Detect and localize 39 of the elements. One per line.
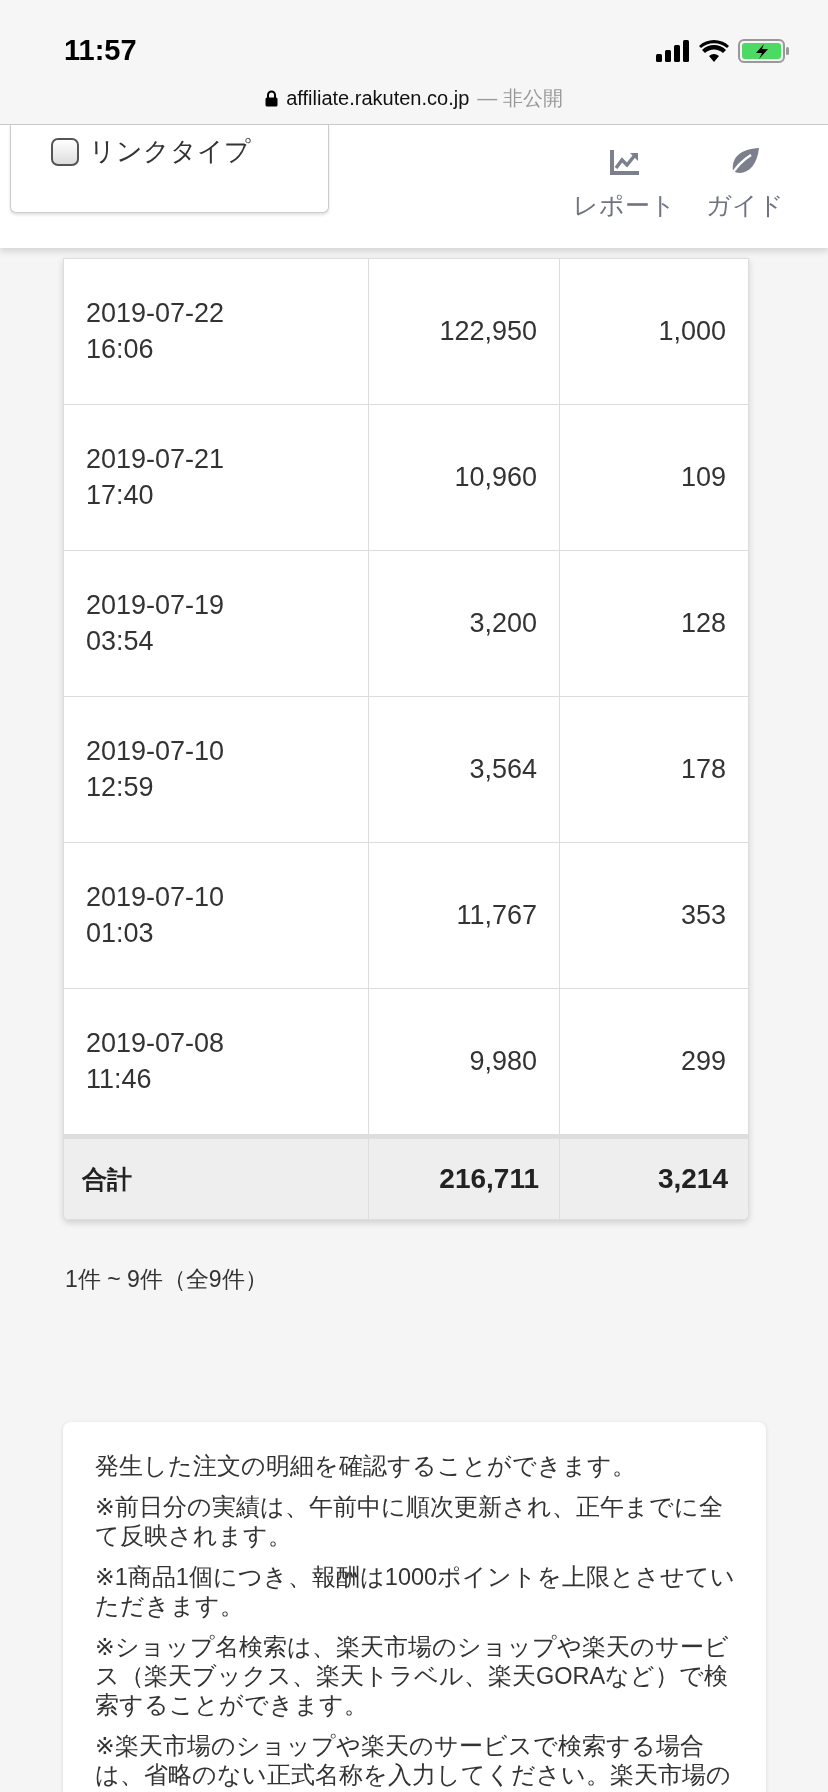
table-cell: 216,711 [439,1163,539,1195]
checkbox[interactable] [51,137,79,166]
status-time: 11:57 [64,34,137,67]
table-cell-text: 2019-07-19 03:54 [86,589,226,658]
battery-icon [738,38,790,63]
table-cell-text: 2019-07-22 16:06 [86,297,226,366]
note-text: ※ショップ名検索は、楽天市場のショップや楽天のサービス（楽天ブックス、楽天トラベル、楽天GORAなど）で検索することができます。 [95,1633,730,1720]
table-cell: 11,767 [456,900,537,931]
table-cell-text: 2019-07-10 12:59 [86,735,226,804]
table-cell-text: 2019-07-10 01:03 [86,881,226,950]
signal-icon [656,39,690,62]
table-cell: 3,200 [469,608,537,639]
table-cell: 3,564 [469,754,537,785]
table-cell-text: 2019-07-08 11:46 [86,1027,226,1096]
link-type-option[interactable]: リンクタイプ [51,134,251,169]
note-text: ※前日分の実績は、午前中に順次更新され、正午までに全て反映されます。 [95,1493,724,1551]
table-cell: 299 [680,1046,726,1077]
table-cell: 9,980 [469,1046,537,1077]
lock-icon [265,90,279,107]
note-text: ※楽天市場のショップや楽天のサービスで検索する場合は、省略のない正式名称を入力してください。楽天市場の [95,1732,732,1790]
nav-item[interactable]: ガイド [706,147,784,248]
table-cell: 10,960 [454,462,537,493]
nav-item[interactable]: レポート [573,147,676,248]
table-cell: 178 [680,754,726,785]
privacy-label: — 非公開 [477,86,563,111]
note-text: ※1商品1個につき、報酬は1000ポイントを上限とさせていただきます。 [95,1563,736,1621]
chart-icon [609,147,640,177]
table-cell: 109 [680,462,726,493]
table-cell: 122,950 [439,316,537,347]
table-cell: 128 [680,608,726,639]
wifi-icon [699,39,729,62]
url-text[interactable]: affiliate.rakuten.co.jp [286,87,470,110]
table-cell: 3,214 [657,1163,728,1195]
pagination-text: 1件 ~ 9件（全9件） [65,1265,269,1294]
note-text: 発生した注文の明細を確認することができます。 [95,1452,637,1481]
table-cell: 1,000 [658,316,726,347]
table-cell-text: 2019-07-21 17:40 [86,443,226,512]
total-label: 合計 [82,1163,132,1195]
table-cell: 353 [680,900,726,931]
